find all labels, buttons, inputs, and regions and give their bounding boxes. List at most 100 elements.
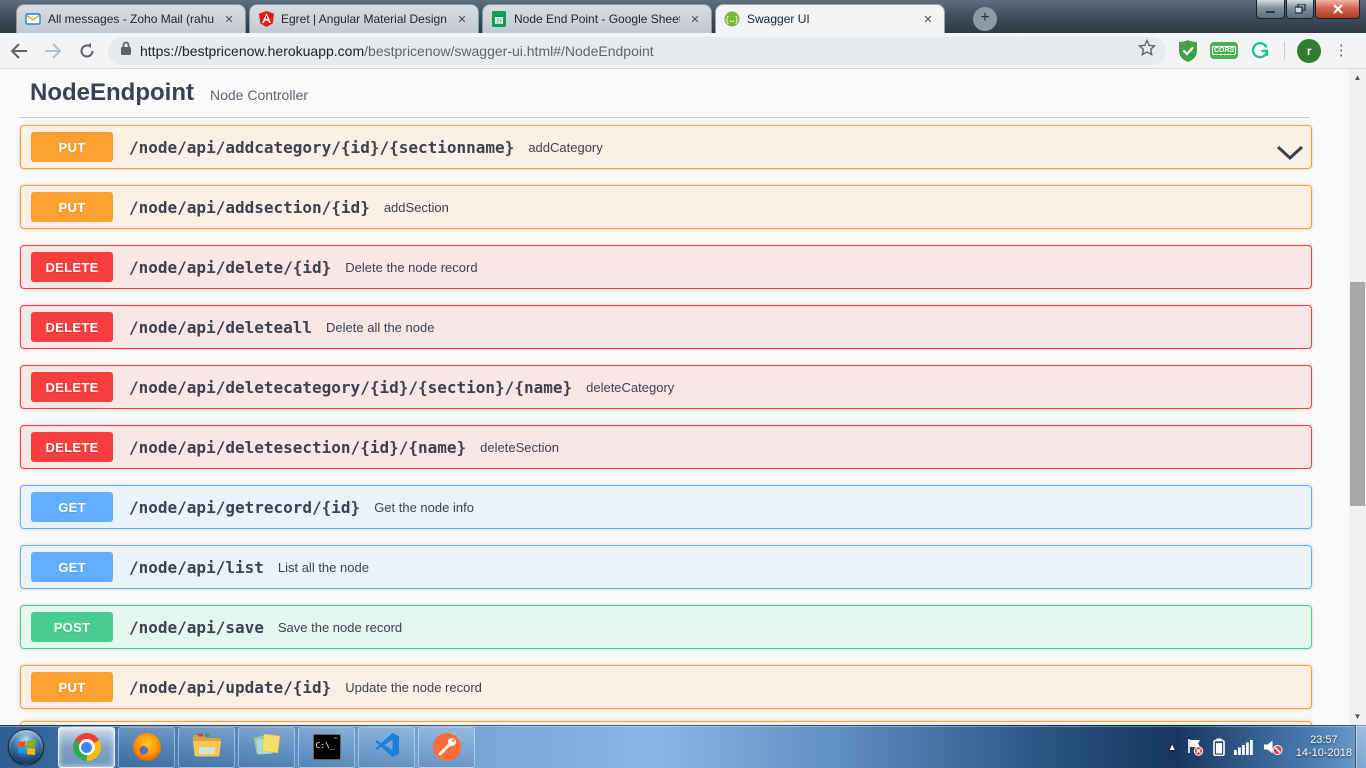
method-badge: DELETE — [31, 252, 113, 282]
taskbar-explorer-button[interactable] — [178, 727, 235, 768]
vscode-icon — [374, 732, 400, 763]
windows-logo-icon — [18, 740, 35, 755]
taskbar-chrome-button[interactable] — [58, 727, 115, 768]
taskbar-firefox-button[interactable] — [118, 727, 175, 768]
endpoint-row-update[interactable]: PUT /node/api/update/{id} Update the nod… — [20, 665, 1312, 709]
window-close-button[interactable] — [1315, 0, 1360, 19]
scrollbar-thumb[interactable] — [1350, 282, 1365, 506]
back-button[interactable] — [4, 36, 34, 66]
endpoint-row-deletesection[interactable]: DELETE /node/api/deletesection/{id}/{nam… — [20, 425, 1312, 469]
show-hidden-icons-button[interactable]: ▲ — [1168, 742, 1177, 752]
profile-avatar[interactable]: r — [1297, 39, 1321, 63]
method-badge: POST — [31, 612, 113, 642]
method-badge: PUT — [31, 132, 113, 162]
window-minimize-button[interactable] — [1256, 0, 1285, 19]
endpoint-row-addcategory[interactable]: PUT /node/api/addcategory/{id}/{sectionn… — [20, 125, 1312, 169]
cors-extension-icon[interactable]: CORS — [1210, 42, 1238, 59]
grammarly-extension-icon[interactable] — [1250, 40, 1272, 62]
tab-google-sheets[interactable]: Node End Point - Google Sheets ✕ — [482, 4, 712, 33]
endpoint-row-deletecategory[interactable]: DELETE /node/api/deletecategory/{id}/{se… — [20, 365, 1312, 409]
endpoint-summary: deleteCategory — [586, 380, 674, 395]
start-button[interactable] — [8, 729, 44, 765]
volume-muted-icon[interactable] — [1263, 738, 1283, 756]
browser-toolbar: https://bestpricenow.herokuapp.com/bestp… — [0, 33, 1366, 69]
bookmark-star-icon[interactable] — [1138, 39, 1156, 62]
endpoint-path: /node/api/addsection/{id} — [129, 198, 370, 217]
collapse-section-chevron-down-icon[interactable] — [1276, 145, 1304, 166]
endpoint-row-getrecord[interactable]: GET /node/api/getrecord/{id} Get the nod… — [20, 485, 1312, 529]
method-badge: GET — [31, 492, 113, 522]
endpoint-summary: deleteSection — [480, 440, 559, 455]
taskbar-vscode-button[interactable] — [358, 727, 415, 768]
method-badge: DELETE — [31, 312, 113, 342]
endpoint-summary: Update the node record — [345, 680, 482, 695]
https-padlock-icon — [120, 41, 132, 61]
endpoint-row-list[interactable]: GET /node/api/list List all the node — [20, 545, 1312, 589]
endpoint-path: /node/api/delete/{id} — [129, 258, 331, 277]
section-title: NodeEndpoint — [30, 79, 194, 107]
endpoint-row-save[interactable]: POST /node/api/save Save the node record — [20, 605, 1312, 649]
new-tab-button[interactable]: + — [973, 7, 997, 31]
method-badge: DELETE — [31, 372, 113, 402]
tab-title: Egret | Angular Material Design A — [281, 12, 447, 26]
endpoint-summary: addSection — [384, 200, 449, 215]
tab-zoho-mail[interactable]: All messages - Zoho Mail (rahul.t ✕ — [16, 4, 246, 33]
endpoint-summary: addCategory — [528, 140, 602, 155]
url-path: /bestpricenow/swagger-ui.html#/NodeEndpo… — [364, 43, 654, 59]
section-subtitle: Node Controller — [210, 87, 308, 103]
folder-icon — [192, 733, 222, 762]
sticky-notes-icon — [253, 732, 281, 763]
tab-title: Node End Point - Google Sheets — [514, 12, 680, 26]
clock-time: 23:57 — [1296, 734, 1352, 747]
chrome-icon — [73, 733, 101, 761]
address-bar[interactable]: https://bestpricenow.herokuapp.com/bestp… — [108, 37, 1166, 65]
endpoint-summary: List all the node — [278, 560, 369, 575]
taskbar-command-prompt-button[interactable]: ┅ C:\_ — [298, 727, 355, 768]
endpoint-row-addsection[interactable]: PUT /node/api/addsection/{id} addSection — [20, 185, 1312, 229]
endpoint-row-delete[interactable]: DELETE /node/api/delete/{id} Delete the … — [20, 245, 1312, 289]
tab-close-icon[interactable]: ✕ — [920, 11, 936, 27]
firefox-icon — [133, 733, 161, 761]
zoho-mail-favicon — [25, 11, 41, 27]
svg-text:{…}: {…} — [725, 15, 739, 24]
clock-date: 14-10-2018 — [1296, 747, 1352, 760]
method-badge: GET — [31, 552, 113, 582]
tab-swagger-ui[interactable]: {…} Swagger UI ✕ — [715, 4, 945, 33]
taskbar-postman-button[interactable] — [418, 727, 475, 768]
tab-egret-angular[interactable]: Egret | Angular Material Design A ✕ — [249, 4, 479, 33]
taskbar-sticky-notes-button[interactable] — [238, 727, 295, 768]
url-text: https://bestpricenow.herokuapp.com/bestp… — [140, 43, 1138, 59]
method-badge: DELETE — [31, 432, 113, 462]
endpoint-path: /node/api/addcategory/{id}/{sectionname} — [129, 138, 514, 157]
command-prompt-icon: ┅ C:\_ — [313, 734, 341, 760]
section-header: NodeEndpoint Node Controller — [0, 69, 1349, 107]
window-restore-button[interactable] — [1286, 0, 1314, 19]
endpoint-list: PUT /node/api/addcategory/{id}/{sectionn… — [0, 118, 1349, 725]
extensions-area: CORS r ⋮ — [1178, 39, 1349, 63]
scrollbar-down-arrow[interactable]: ▼ — [1349, 708, 1366, 725]
method-badge: PUT — [31, 672, 113, 702]
system-tray: ▲ 23:57 14-10-2018 — [1168, 725, 1352, 768]
action-center-flag-icon[interactable] — [1186, 738, 1204, 756]
method-badge: PUT — [31, 192, 113, 222]
battery-icon[interactable] — [1213, 738, 1225, 756]
page-scrollbar[interactable]: ▲ ▼ — [1349, 69, 1366, 725]
scrollbar-up-arrow[interactable]: ▲ — [1349, 69, 1366, 86]
postman-icon — [433, 733, 461, 761]
endpoint-path: /node/api/deleteall — [129, 318, 312, 337]
tab-close-icon[interactable]: ✕ — [454, 11, 470, 27]
swagger-page: NodeEndpoint Node Controller PUT /node/a… — [0, 69, 1349, 725]
show-desktop-button[interactable] — [1355, 725, 1366, 768]
forward-button[interactable] — [38, 36, 68, 66]
tab-close-icon[interactable]: ✕ — [687, 11, 703, 27]
swagger-favicon: {…} — [724, 11, 740, 27]
chrome-menu-button[interactable]: ⋮ — [1333, 48, 1349, 53]
endpoint-row-deleteall[interactable]: DELETE /node/api/deleteall Delete all th… — [20, 305, 1312, 349]
tab-title: Swagger UI — [747, 12, 913, 26]
tray-clock[interactable]: 23:57 14-10-2018 — [1296, 734, 1352, 760]
refresh-button[interactable] — [72, 36, 102, 66]
endpoint-path: /node/api/update/{id} — [129, 678, 331, 697]
tab-close-icon[interactable]: ✕ — [221, 11, 237, 27]
adguard-shield-extension-icon[interactable] — [1178, 40, 1198, 62]
network-signal-icon[interactable] — [1234, 739, 1254, 755]
